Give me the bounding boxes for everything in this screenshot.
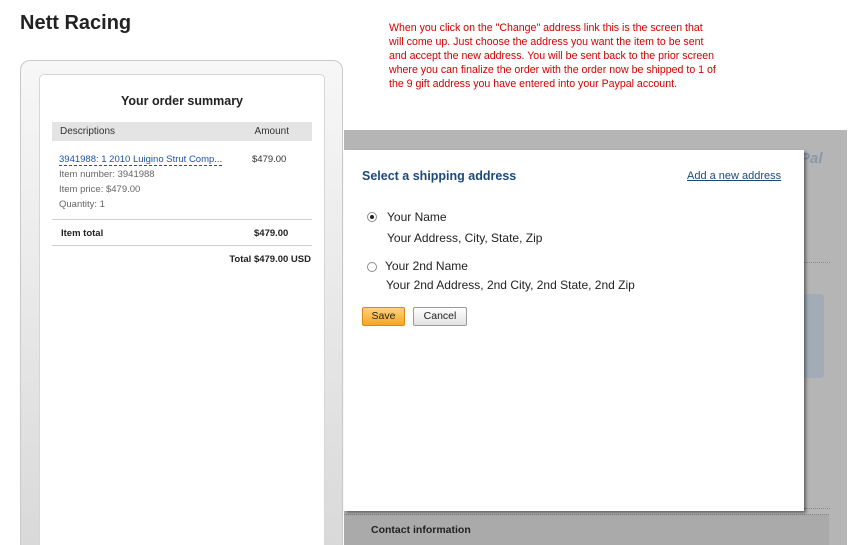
address-2-line: Your 2nd Address, 2nd City, 2nd State, 2… [386,278,635,292]
contact-information-label: Contact information [371,524,471,536]
item-number: Item number: 3941988 [59,169,155,180]
divider [52,219,312,220]
item-amount: $479.00 [252,154,287,165]
dialog-title: Select a shipping address [362,169,517,183]
store-title: Nett Racing [20,12,132,34]
save-button[interactable]: Save [362,307,405,326]
order-summary-title: Your order summary [120,94,244,108]
cancel-button[interactable]: Cancel [413,307,467,326]
address-2-name: Your 2nd Name [385,259,468,273]
item-total-label: Item total [61,228,104,239]
address-1-name: Your Name [387,210,447,224]
divider [804,508,830,509]
add-new-address-link[interactable]: Add a new address [687,170,781,182]
grand-total: Total $479.00 USD [229,254,311,265]
order-summary-card [39,74,325,545]
item-price: Item price: $479.00 [59,184,141,195]
radio-selected-dot [370,215,374,219]
divider [52,245,312,246]
column-header-descriptions: Descriptions [60,126,116,137]
summary-table-header: Descriptions Amount [52,122,312,141]
divider [804,262,830,263]
item-total-value: $479.00 [254,228,289,239]
address-1-line: Your Address, City, State, Zip [387,231,543,245]
paypal-panel-top [344,122,847,130]
item-description-link[interactable]: 3941988: 1 2010 Luigino Strut Comp... [59,154,223,166]
item-quantity: Quantity: 1 [59,199,105,210]
annotation-note: When you click on the "Change" address l… [389,22,716,91]
column-header-amount: Amount [254,126,289,137]
address-radio-1[interactable] [367,212,377,222]
address-radio-2[interactable] [367,262,377,272]
shipping-address-dialog [344,150,804,511]
